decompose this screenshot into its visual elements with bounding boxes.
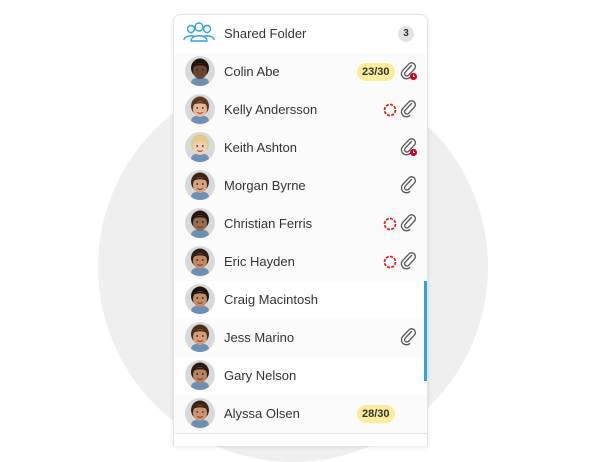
attachment-late-icon[interactable] [400,138,418,158]
student-name: Keith Ashton [224,140,297,155]
student-list-panel: Shared Folder 3 Colin Abe 23/30 Kelly Ande… [173,14,428,446]
attachment-icon[interactable] [400,328,418,348]
student-name: Alyssa Olsen [224,406,300,421]
student-row[interactable]: Colin Abe 23/30 [174,53,427,92]
avatar [185,360,215,390]
progress-ring-icon [383,255,397,269]
student-name: Eric Hayden [224,254,295,269]
student-row[interactable]: Alyssa Olsen 28/30 [174,395,427,434]
student-row[interactable]: Keith Ashton [174,129,427,168]
scrollbar[interactable] [424,281,427,381]
avatar [185,170,215,200]
student-name: Gary Nelson [224,368,297,383]
student-name: Craig Macintosh [224,292,318,307]
avatar [185,56,215,86]
avatar [185,94,215,124]
student-name: Christian Ferris [224,216,313,231]
attachment-icon[interactable] [400,214,418,234]
student-row[interactable]: Gary Nelson [174,357,427,396]
student-row[interactable]: Christian Ferris [174,205,427,244]
avatar [185,284,215,314]
shared-folder-row[interactable]: Shared Folder 3 [174,15,427,54]
people-icon [183,22,215,42]
progress-ring-icon [383,217,397,231]
avatar [185,208,215,238]
student-name: Kelly Andersson [224,102,318,117]
shared-folder-count-badge: 3 [398,26,414,42]
student-name: Jess Marino [224,330,295,345]
avatar [185,322,215,352]
shared-folder-label: Shared Folder [224,26,307,41]
student-row[interactable]: Craig Macintosh [174,281,427,320]
student-name: Colin Abe [224,64,280,79]
attachment-icon[interactable] [400,252,418,272]
student-row[interactable]: Kelly Andersson [174,91,427,130]
attachment-late-icon[interactable] [400,62,418,82]
avatar [185,132,215,162]
student-row[interactable]: Morgan Byrne [174,167,427,206]
score-badge: 23/30 [357,63,395,81]
avatar [185,246,215,276]
progress-ring-icon [383,103,397,117]
student-name: Morgan Byrne [224,178,306,193]
avatar [185,398,215,428]
score-badge: 28/30 [357,405,395,423]
student-row[interactable]: Jess Marino [174,319,427,358]
attachment-icon[interactable] [400,176,418,196]
student-row[interactable]: Eric Hayden [174,243,427,282]
attachment-icon[interactable] [400,100,418,120]
